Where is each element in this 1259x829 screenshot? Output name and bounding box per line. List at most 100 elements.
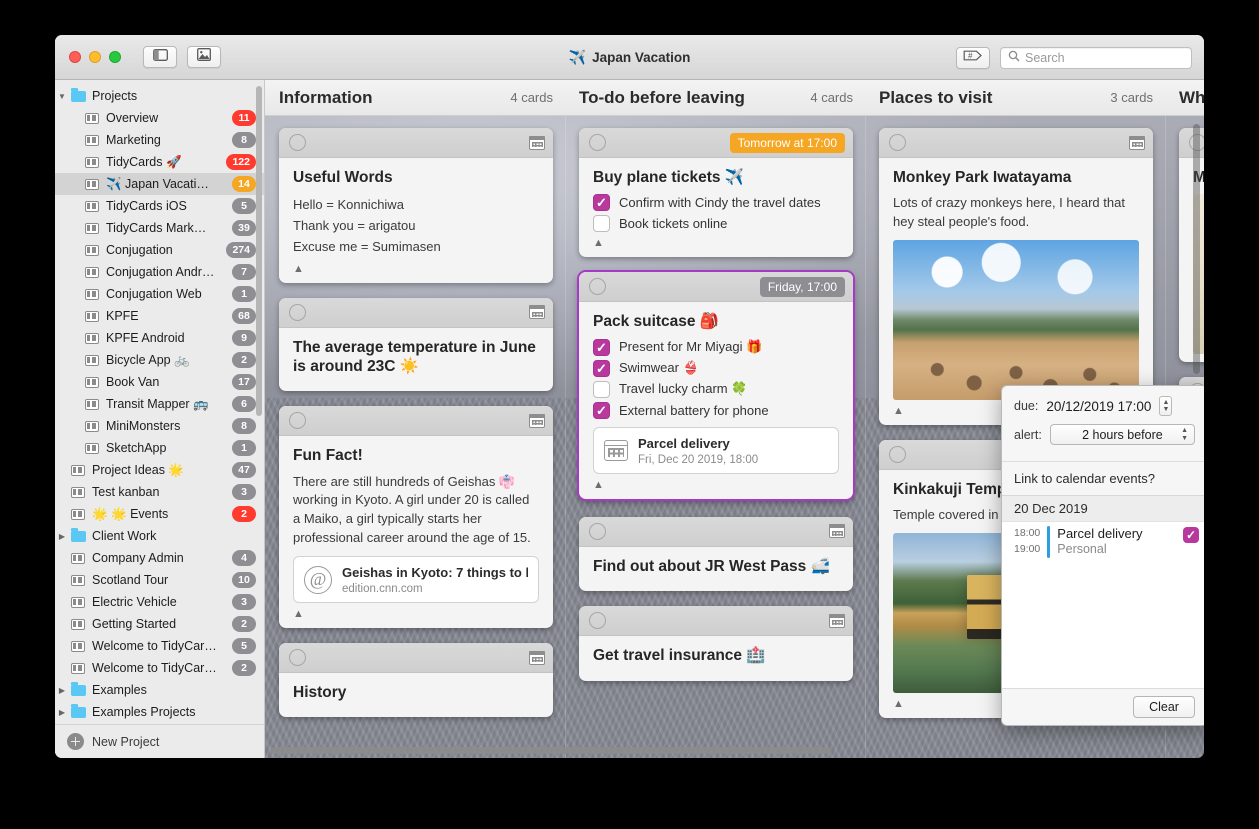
card-complete-circle-icon[interactable] (289, 412, 306, 429)
sidebar-item[interactable]: Examples Projects (55, 701, 264, 723)
sidebar-item[interactable]: Getting Started2 (55, 613, 264, 635)
card[interactable]: Friday, 17:00Pack suitcase 🎒Present for … (579, 272, 853, 498)
sidebar-item[interactable]: Welcome to TidyCar…5 (55, 635, 264, 657)
card-collapse-icon[interactable]: ▲ (593, 238, 839, 249)
card-complete-circle-icon[interactable] (589, 612, 606, 629)
due-value[interactable]: 20/12/2019 17:00 (1046, 399, 1151, 414)
card-complete-circle-icon[interactable] (589, 134, 606, 151)
card-complete-circle-icon[interactable] (289, 649, 306, 666)
checklist-row[interactable]: Present for Mr Miyagi 🎁 (593, 339, 839, 356)
sidebar-item[interactable]: Project Ideas 🌟47 (55, 459, 264, 481)
column-header[interactable]: To-do before leaving4 cards (565, 80, 865, 115)
card-complete-circle-icon[interactable] (589, 523, 606, 540)
sidebar-item[interactable]: Projects (55, 85, 264, 107)
sidebar-item[interactable]: ✈️ Japan Vacati…14 (55, 173, 264, 195)
calendar-icon[interactable] (529, 414, 545, 428)
sidebar-item[interactable]: KPFE68 (55, 305, 264, 327)
checkbox-icon[interactable] (593, 194, 610, 211)
maximize-icon[interactable] (109, 51, 121, 63)
sidebar-item[interactable]: MiniMonsters8 (55, 415, 264, 437)
checklist-row[interactable]: Travel lucky charm 🍀 (593, 381, 839, 398)
sidebar-item[interactable]: Scotland Tour10 (55, 569, 264, 591)
sidebar-item[interactable]: Overview11 (55, 107, 264, 129)
sidebar-item[interactable]: Book Van17 (55, 371, 264, 393)
card-complete-circle-icon[interactable] (889, 446, 906, 463)
search-input[interactable]: Search (1025, 51, 1065, 65)
checkbox-icon[interactable] (593, 360, 610, 377)
sidebar-item[interactable]: Welcome to TidyCar…2 (55, 657, 264, 679)
clear-button[interactable]: Clear (1133, 696, 1195, 718)
calendar-icon[interactable] (529, 136, 545, 150)
alert-select[interactable]: 2 hours before ▲▼ (1050, 424, 1195, 445)
card-due-badge[interactable]: Friday, 17:00 (760, 277, 845, 297)
close-icon[interactable] (69, 51, 81, 63)
sidebar-item[interactable]: Examples (55, 679, 264, 701)
checklist-row[interactable]: Swimwear 👙 (593, 360, 839, 377)
sidebar-item[interactable]: Company Admin4 (55, 547, 264, 569)
checkbox-icon[interactable] (593, 339, 610, 356)
sidebar-item[interactable]: 🌟 🌟 Events2 (55, 503, 264, 525)
card[interactable]: Useful WordsHello = KonnichiwaThank you … (279, 128, 553, 283)
sidebar-item[interactable]: Bicycle App 🚲2 (55, 349, 264, 371)
sidebar-item[interactable]: Conjugation274 (55, 239, 264, 261)
checkbox-icon[interactable] (593, 215, 610, 232)
sidebar-item[interactable]: TidyCards iOS5 (55, 195, 264, 217)
sidebar-item[interactable]: Marketing8 (55, 129, 264, 151)
sidebar-item[interactable]: Client Work (55, 525, 264, 547)
card-complete-circle-icon[interactable] (289, 304, 306, 321)
calendar-attachment[interactable]: Parcel deliveryFri, Dec 20 2019, 18:00 (593, 427, 839, 474)
tag-filter-button[interactable]: # (956, 47, 990, 69)
new-project-button[interactable]: New Project (55, 724, 264, 758)
card[interactable]: Matcha ice cream (1179, 128, 1204, 362)
board-horizontal-scrollbar[interactable] (271, 747, 831, 754)
sidebar-scrollbar[interactable] (256, 86, 262, 416)
sidebar-item[interactable]: TidyCards Mark…39 (55, 217, 264, 239)
card[interactable]: Fun Fact!There are still hundreds of Gei… (279, 406, 553, 628)
sidebar-item[interactable]: KPFE Android9 (55, 327, 264, 349)
card[interactable]: Find out about JR West Pass 🚅 (579, 517, 853, 591)
sidebar-item[interactable]: Test kanban3 (55, 481, 264, 503)
sidebar-toggle-button[interactable] (143, 46, 177, 68)
calendar-event-group[interactable]: 18:0019:00Parcel deliveryPersonal (1014, 526, 1199, 558)
disclosure-triangle-icon[interactable] (55, 686, 69, 695)
sidebar-list[interactable]: ProjectsOverview11Marketing8TidyCards 🚀1… (55, 80, 264, 724)
card-complete-circle-icon[interactable] (589, 278, 606, 295)
disclosure-triangle-icon[interactable] (55, 708, 69, 717)
column-header[interactable]: Places to visit3 cards (865, 80, 1165, 115)
checklist-row[interactable]: Confirm with Cindy the travel dates (593, 194, 839, 211)
card-complete-circle-icon[interactable] (289, 134, 306, 151)
due-stepper[interactable]: ▲ ▼ (1159, 396, 1172, 416)
disclosure-triangle-icon[interactable] (55, 92, 69, 101)
card-collapse-icon[interactable]: ▲ (293, 609, 539, 620)
minimize-icon[interactable] (89, 51, 101, 63)
calendar-icon[interactable] (829, 614, 845, 628)
calendar-icon[interactable] (829, 524, 845, 538)
sidebar-item[interactable]: SketchApp1 (55, 437, 264, 459)
card[interactable]: The average temperature in June is aroun… (279, 298, 553, 392)
checklist-row[interactable]: External battery for phone (593, 402, 839, 419)
card[interactable]: Get travel insurance 🏥 (579, 606, 853, 680)
card-complete-circle-icon[interactable] (889, 134, 906, 151)
column-header[interactable]: What to eat (1165, 80, 1204, 115)
disclosure-triangle-icon[interactable] (55, 532, 69, 541)
card[interactable]: History (279, 643, 553, 717)
sidebar-item[interactable]: TidyCards 🚀122 (55, 151, 264, 173)
sidebar-item[interactable]: Electric Vehicle3 (55, 591, 264, 613)
calendar-icon[interactable] (1129, 136, 1145, 150)
column-scrollbar-todo[interactable] (1193, 124, 1200, 374)
calendar-icon[interactable] (529, 651, 545, 665)
card-due-badge[interactable]: Tomorrow at 17:00 (730, 133, 845, 153)
card-collapse-icon[interactable]: ▲ (593, 480, 839, 491)
image-view-button[interactable] (187, 46, 221, 68)
card[interactable]: Tomorrow at 17:00Buy plane tickets ✈️Con… (579, 128, 853, 257)
sidebar-item[interactable]: Transit Mapper 🚌6 (55, 393, 264, 415)
event-linked-checkbox-icon[interactable] (1183, 527, 1199, 543)
card-collapse-icon[interactable]: ▲ (293, 264, 539, 275)
checkbox-icon[interactable] (593, 381, 610, 398)
link-attachment[interactable]: @Geishas in Kyoto: 7 things to knowediti… (293, 556, 539, 603)
checkbox-icon[interactable] (593, 402, 610, 419)
sidebar-item[interactable]: Conjugation Web1 (55, 283, 264, 305)
calendar-icon[interactable] (529, 305, 545, 319)
checklist-row[interactable]: Book tickets online (593, 215, 839, 232)
column-header[interactable]: Information4 cards (265, 80, 565, 115)
